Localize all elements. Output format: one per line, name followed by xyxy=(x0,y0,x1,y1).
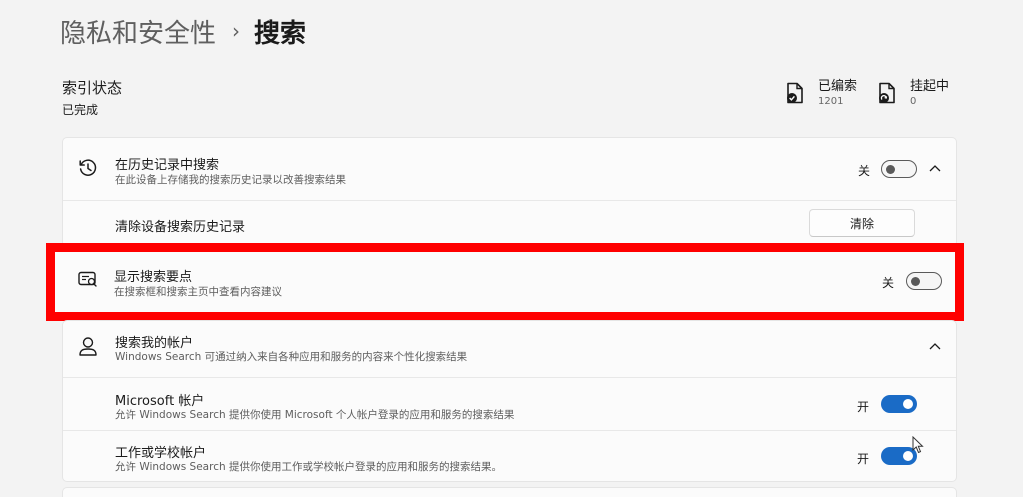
microsoft-account-row: Microsoft 帐户 允许 Windows Search 提供你使用 Mic… xyxy=(63,377,956,430)
indexed-stat: 已编索 1201 xyxy=(786,79,857,109)
next-settings-card xyxy=(62,487,957,497)
page-title: 搜索 xyxy=(254,18,307,49)
search-highlights-toggle[interactable] xyxy=(906,272,942,290)
pending-label: 挂起中 xyxy=(910,79,950,94)
search-highlights-title: 显示搜索要点 xyxy=(114,270,193,285)
clear-history-title: 清除设备搜索历史记录 xyxy=(115,220,246,235)
indexed-label: 已编索 xyxy=(818,79,858,94)
microsoft-account-description: 允许 Windows Search 提供你使用 Microsoft 个人帐户登录… xyxy=(115,409,515,421)
breadcrumb: 隐私和安全性 › 搜索 xyxy=(60,12,306,50)
file-pending-icon xyxy=(879,82,895,104)
history-icon xyxy=(79,159,97,176)
search-history-toggle-state: 关 xyxy=(858,164,871,178)
chevron-right-icon: › xyxy=(232,19,241,43)
account-search-description: Windows Search 可通过纳入来自各种应用和服务的内容来个性化搜索结果 xyxy=(115,351,468,363)
pending-count: 0 xyxy=(910,96,917,107)
pending-stat: 挂起中 0 xyxy=(878,79,949,109)
file-check-icon xyxy=(787,82,803,104)
account-search-card: 搜索我的帐户 Windows Search 可通过纳入来自各种应用和服务的内容来… xyxy=(62,320,957,482)
clear-history-row: 清除设备搜索历史记录 清除 xyxy=(63,200,956,248)
index-status-value: 已完成 xyxy=(62,103,99,117)
search-highlights-toggle-state: 关 xyxy=(882,276,895,290)
work-school-account-toggle-state: 开 xyxy=(857,452,870,466)
index-status-title: 索引状态 xyxy=(62,79,123,97)
account-search-row[interactable]: 搜索我的帐户 Windows Search 可通过纳入来自各种应用和服务的内容来… xyxy=(63,321,956,377)
search-highlights-description: 在搜索框和搜索主页中查看内容建议 xyxy=(114,286,282,298)
search-history-row[interactable]: 在历史记录中搜索 在此设备上存储我的搜索历史记录以改善搜索结果 关 xyxy=(63,138,956,200)
chevron-up-icon[interactable] xyxy=(929,342,941,350)
annotation-highlight-box: 显示搜索要点 在搜索框和搜索主页中查看内容建议 关 xyxy=(46,243,964,321)
indexed-count: 1201 xyxy=(818,96,844,107)
search-highlights-icon xyxy=(78,271,97,287)
clear-history-button[interactable]: 清除 xyxy=(809,209,915,237)
microsoft-account-toggle-state: 开 xyxy=(857,400,870,414)
search-history-toggle[interactable] xyxy=(881,160,917,178)
work-school-account-row: 工作或学校帐户 允许 Windows Search 提供你使用工作或学校帐户登录… xyxy=(63,430,956,483)
search-history-description: 在此设备上存储我的搜索历史记录以改善搜索结果 xyxy=(115,174,346,186)
breadcrumb-parent-privacy-security[interactable]: 隐私和安全性 xyxy=(60,13,216,50)
search-history-title: 在历史记录中搜索 xyxy=(115,158,220,173)
mouse-cursor-icon xyxy=(912,436,924,454)
person-icon xyxy=(79,337,97,356)
chevron-up-icon[interactable] xyxy=(929,164,941,172)
search-history-card: 在历史记录中搜索 在此设备上存储我的搜索历史记录以改善搜索结果 关 清除设备搜索… xyxy=(62,137,957,247)
microsoft-account-toggle[interactable] xyxy=(881,395,917,413)
work-school-account-description: 允许 Windows Search 提供你使用工作或学校帐户登录的应用和服务的搜… xyxy=(115,461,502,473)
search-highlights-row[interactable]: 显示搜索要点 在搜索框和搜索主页中查看内容建议 关 xyxy=(55,252,955,312)
